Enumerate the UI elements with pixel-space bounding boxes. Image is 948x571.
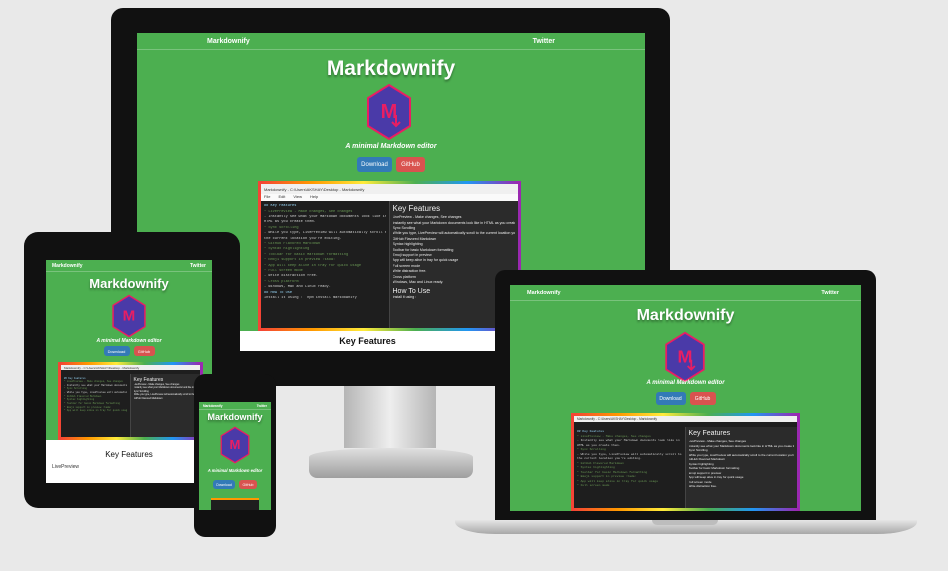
phone-tagline: A minimal Markdown editor (207, 468, 263, 473)
laptop-notch (652, 520, 718, 525)
laptop-screen: Markdownify Twitter Markdownify M A mini… (510, 285, 861, 511)
tablet-github-button[interactable]: GitHub (133, 346, 155, 356)
monitor-base (309, 448, 473, 478)
phone-github-button[interactable]: GitHub (239, 480, 257, 489)
svg-text:M: M (678, 346, 693, 366)
laptop-tagline: A minimal Markdown editor (646, 380, 725, 386)
tablet-section-band: Key Features LivePreview (46, 440, 212, 483)
tablet-logo-icon: M (112, 294, 146, 338)
phone-nav-brand[interactable]: Markdownify (203, 404, 222, 408)
tablet-tagline: A minimal Markdown editor (96, 338, 162, 344)
tablet-app-screenshot: Markdownify - C:\Users\AKSHAY\Desktop - … (58, 362, 203, 440)
download-button[interactable]: Download (357, 157, 392, 172)
svg-text:M: M (381, 101, 398, 123)
tablet-page-title: Markdownify (89, 276, 169, 291)
page-title: Markdownify (326, 57, 456, 80)
tablet-nav-brand[interactable]: Markdownify (52, 263, 83, 269)
nav-brand[interactable]: Markdownify (207, 38, 250, 45)
tablet-screen: Markdownify Twitter Markdownify M A mini… (46, 260, 212, 483)
svg-text:M: M (123, 308, 136, 325)
tablet-live-preview: LivePreview (52, 464, 79, 470)
tagline: A minimal Markdown editor (345, 143, 437, 150)
monitor-neck (344, 386, 436, 448)
phone-page-title: Markdownify (207, 412, 263, 422)
markdownify-logo-icon: M (367, 83, 411, 141)
tablet-download-button[interactable]: Download (103, 346, 130, 356)
github-button[interactable]: GitHub (396, 157, 425, 172)
laptop-github-button[interactable]: GitHub (689, 392, 716, 405)
section-heading-band: Key Features (240, 331, 495, 351)
laptop-nav-twitter[interactable]: Twitter (821, 290, 839, 296)
laptop-logo-icon: M (665, 331, 705, 383)
phone-logo-icon: M (220, 426, 250, 464)
laptop-app-screenshot: Markdownify - C:\Users\AKSHAY\Desktop - … (571, 413, 800, 511)
svg-text:M: M (230, 437, 241, 452)
phone-app-screenshot-strip (211, 498, 259, 510)
app-screenshot: Markdownify - C:\Users\AKSHAY\Desktop - … (258, 181, 521, 331)
nav-twitter-link[interactable]: Twitter (533, 38, 555, 45)
laptop-page-title: Markdownify (636, 307, 735, 324)
tablet-nav-twitter[interactable]: Twitter (190, 263, 206, 269)
laptop-download-button[interactable]: Download (655, 392, 686, 405)
laptop-nav-brand[interactable]: Markdownify (527, 290, 561, 296)
phone-nav-twitter[interactable]: Twitter (257, 404, 267, 408)
phone-download-button[interactable]: Download (213, 480, 235, 489)
phone-screen: Markdownify Twitter Markdownify M A mini… (199, 402, 271, 510)
